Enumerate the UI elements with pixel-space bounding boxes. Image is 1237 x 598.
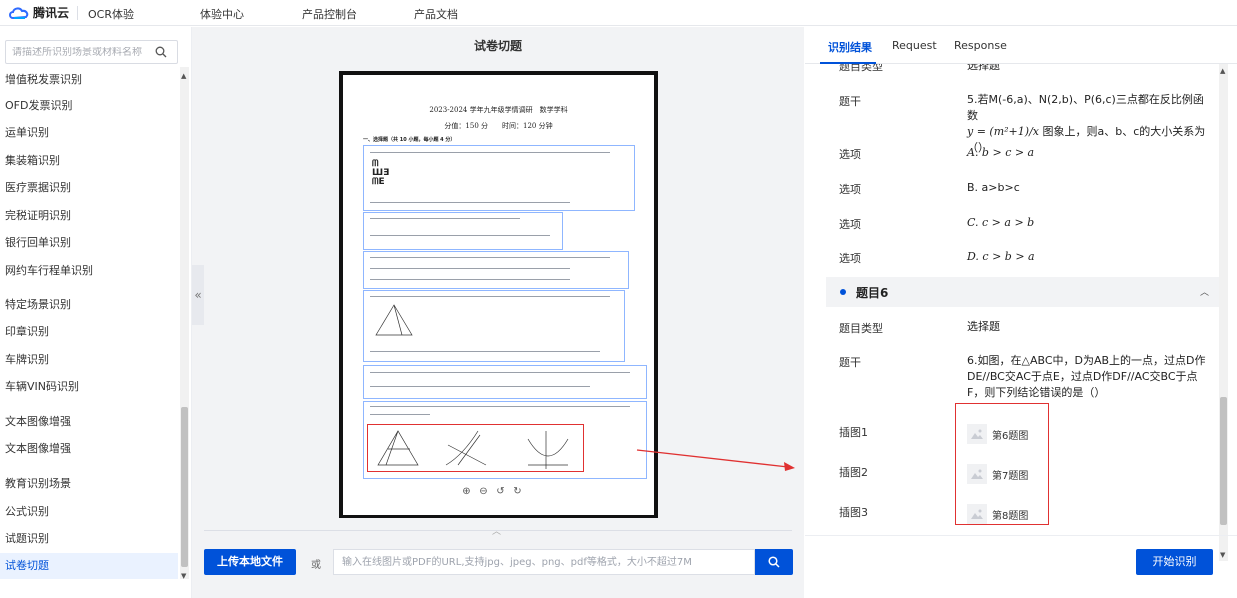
top-navbar: 腾讯云 OCR体验 体验中心 产品控制台 产品文档 [0,0,1237,26]
q6-type-value: 选择题 [967,320,1000,333]
sidebar-item[interactable]: 车牌识别 [0,347,178,373]
scroll-up-icon[interactable]: ▲ [1220,67,1225,75]
sidebar: 增值税发票识别 OFD发票识别 运单识别 集装箱识别 医疗票据识别 完税证明识别… [0,27,192,598]
question-box-2 [363,212,563,250]
result-footer-divider [805,535,1237,536]
tab-request[interactable]: Request [892,39,937,52]
zoom-out-icon[interactable]: ⊖ [479,486,487,497]
sidebar-item[interactable]: 文本图像增强 [0,436,178,462]
nav-experience-center[interactable]: 体验中心 [200,6,244,22]
sidebar-item[interactable]: 医疗票据识别 [0,175,178,201]
sidebar-scroll-thumb[interactable] [181,407,188,567]
q6-image-label-1: 插图1 [839,426,868,439]
image-highlight-box [955,403,1049,525]
question-box-3 [363,251,629,289]
nav-separator [77,5,78,20]
result-scroll-thumb[interactable] [1220,397,1227,525]
document-page: 2023-2024 学年九年级学情调研 数学学科 分值：150 分 时间：120… [343,75,654,515]
result-tabs: 识别结果 Request Response [805,27,1237,64]
q5-option-label: 选项 [839,218,861,231]
q5-option-a: A. b > c > a [967,146,1035,159]
q5-type-label: 题目类型 [839,64,883,73]
sidebar-item[interactable]: 车辆VIN码识别 [0,374,178,400]
q6-type-label: 题目类型 [839,322,883,335]
tab-result[interactable]: 识别结果 [828,39,872,55]
sidebar-search [5,40,178,64]
scroll-up-icon[interactable]: ▲ [181,72,186,80]
sidebar-item[interactable]: 运单识别 [0,120,178,146]
q5-stem-label: 题干 [839,95,861,108]
question-box-5 [363,365,647,399]
q5-type-value: 选择题 [967,64,1000,72]
zoom-toolbar: ⊕ ⊖ ↺ ↻ [454,482,530,500]
question-box-4 [363,290,625,362]
q5-option-label: 选项 [839,148,861,161]
sidebar-item[interactable]: 网约车行程单识别 [0,258,178,284]
q5-option-label: 选项 [839,252,861,265]
scroll-down-icon[interactable]: ▼ [1220,551,1225,559]
q5-option-label: 选项 [839,183,861,196]
q5-option-c: C. c > a > b [967,216,1035,229]
bullet-dot-icon [840,289,846,295]
nav-ocr-experience[interactable]: OCR体验 [88,6,134,22]
doc-subheading: 分值：150 分 时间：120 分钟 [444,122,553,130]
question-box-1: ᗰ ШƎ ᗰE [363,145,635,211]
upload-local-file-button[interactable]: 上传本地文件 [204,549,296,575]
eye-chart-figure: ᗰ ШƎ ᗰE [372,159,390,187]
sidebar-search-input[interactable] [12,46,152,58]
q6-image-label-2: 插图2 [839,466,868,479]
question-6-title: 题目6 [856,286,889,300]
question-6-header[interactable]: 题目6 ︿ [826,277,1221,307]
brand-logo[interactable]: 腾讯云 [0,4,75,21]
brand-name: 腾讯云 [33,6,70,20]
sidebar-item[interactable]: 完税证明识别 [0,203,178,229]
start-recognition-button[interactable]: 开始识别 [1136,549,1213,575]
nav-product-console[interactable]: 产品控制台 [302,6,357,22]
q6-image-label-3: 插图3 [839,506,868,519]
preview-title: 试卷切题 [473,39,522,53]
q6-stem-label: 题干 [839,356,861,369]
zoom-in-icon[interactable]: ⊕ [462,486,470,497]
doc-section: 一、选择题（共 10 小题，每小题 4 分） [363,137,456,143]
search-icon [768,556,780,568]
sidebar-item[interactable]: 特定场景识别 [0,292,178,318]
annotation-arrow [636,449,795,471]
sidebar-item[interactable]: 增值税发票识别 [0,67,178,93]
sidebar-item[interactable]: 银行回单识别 [0,230,178,256]
tab-response[interactable]: Response [954,39,1007,52]
sidebar-item-active[interactable]: 试卷切题 [0,553,178,579]
url-search-button[interactable] [755,549,793,575]
rotate-right-icon[interactable]: ↻ [513,486,521,497]
sidebar-item[interactable]: 公式识别 [0,499,178,525]
chevron-up-icon[interactable]: ︿ [1200,285,1209,298]
preview-panel: 试卷切题 « 2023-2024 学年九年级学情调研 数学学科 分值：150 分… [192,27,804,598]
question-figures [377,430,569,469]
q5-option-d: D. c > b > a [967,250,1035,263]
q5-stem-formula: y = (m²+1)/x [967,125,1039,138]
chevron-up-icon[interactable]: ︿ [492,524,501,537]
result-panel: 识别结果 Request Response 题目类型 选择题 题干 5.若M(-… [805,27,1237,598]
q6-stem-value: 6.如图，在△ABC中，D为AB上的一点，过点D作DE//BC交AC于点E，过点… [967,354,1206,399]
sidebar-item[interactable]: 教育识别场景 [0,471,178,497]
or-label: 或 [311,560,321,571]
q5-stem-text-a: 5.若M(-6,a)、N(2,b)、P(6,c)三点都在反比例函数 [967,93,1204,122]
sidebar-item[interactable]: OFD发票识别 [0,93,178,119]
scroll-down-icon[interactable]: ▼ [181,572,186,580]
search-icon[interactable] [155,46,167,58]
triangle-figure [375,304,413,336]
collapse-sidebar-icon[interactable]: « [192,265,204,325]
doc-heading: 2023-2024 学年九年级学情调研 数学学科 [429,106,568,114]
cloud-icon [8,6,30,20]
nav-product-docs[interactable]: 产品文档 [414,6,458,22]
sidebar-item[interactable]: 印章识别 [0,319,178,345]
url-input[interactable] [333,549,755,575]
q5-option-b: B. a>b>c [967,181,1020,194]
rotate-left-icon[interactable]: ↺ [496,486,504,497]
sidebar-item[interactable]: 试题识别 [0,526,178,552]
sidebar-item[interactable]: 文本图像增强 [0,409,178,435]
sidebar-item[interactable]: 集装箱识别 [0,148,178,174]
figure-highlight-box [367,424,584,472]
document-preview: 2023-2024 学年九年级学情调研 数学学科 分值：150 分 时间：120… [339,71,658,518]
